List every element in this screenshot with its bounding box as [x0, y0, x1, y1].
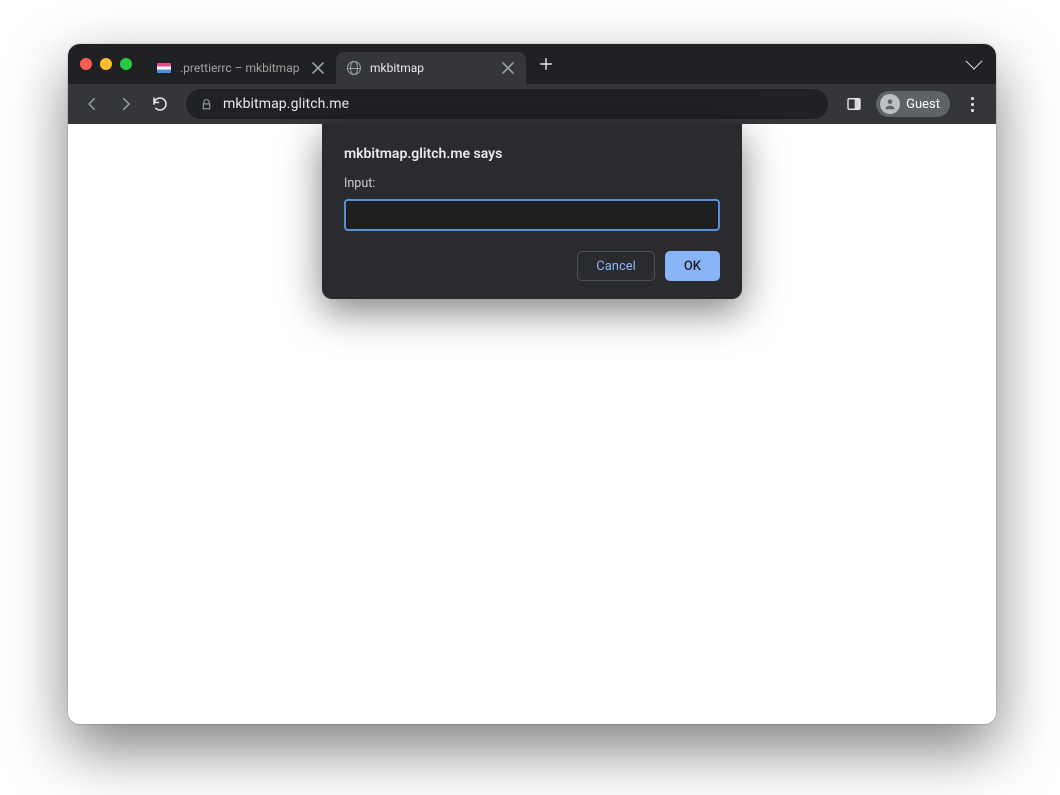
window-dropdown-button[interactable] [960, 50, 988, 78]
profile-label: Guest [906, 97, 940, 112]
lock-icon [200, 98, 213, 111]
browser-window: .prettierrc – mkbitmap mkbitmap [68, 44, 996, 724]
reload-button[interactable] [146, 90, 174, 118]
traffic-lights [80, 58, 132, 70]
window-close-button[interactable] [80, 58, 92, 70]
back-button[interactable] [78, 90, 106, 118]
tab-prettierrc[interactable]: .prettierrc – mkbitmap [146, 52, 336, 84]
tab-title: .prettierrc – mkbitmap [180, 61, 302, 75]
dialog-title: mkbitmap.glitch.me says [344, 146, 720, 162]
tab-close-button[interactable] [500, 60, 516, 76]
dialog-buttons: Cancel OK [344, 251, 720, 281]
tab-title: mkbitmap [370, 61, 492, 75]
ok-button[interactable]: OK [665, 251, 720, 281]
window-minimize-button[interactable] [100, 58, 112, 70]
forward-button[interactable] [112, 90, 140, 118]
tab-close-button[interactable] [310, 60, 326, 76]
url-text: mkbitmap.glitch.me [223, 96, 349, 112]
cancel-button[interactable]: Cancel [577, 251, 655, 281]
avatar-icon [880, 94, 900, 114]
window-maximize-button[interactable] [120, 58, 132, 70]
side-panel-button[interactable] [840, 90, 868, 118]
page-content: mkbitmap.glitch.me says Input: Cancel OK [68, 124, 996, 724]
js-prompt-dialog: mkbitmap.glitch.me says Input: Cancel OK [322, 124, 742, 299]
address-bar[interactable]: mkbitmap.glitch.me [186, 89, 828, 119]
toolbar: mkbitmap.glitch.me Guest [68, 84, 996, 124]
dialog-input[interactable] [344, 199, 720, 231]
new-tab-button[interactable] [532, 50, 560, 78]
tab-mkbitmap[interactable]: mkbitmap [336, 52, 526, 84]
tab-strip: .prettierrc – mkbitmap mkbitmap [68, 44, 996, 84]
chevron-down-icon [966, 53, 983, 70]
globe-icon [346, 60, 362, 76]
menu-button[interactable] [958, 90, 986, 118]
glitch-favicon-icon [156, 60, 172, 76]
profile-button[interactable]: Guest [876, 91, 950, 117]
kebab-icon [962, 97, 982, 112]
toolbar-right: Guest [840, 90, 986, 118]
dialog-label: Input: [344, 176, 720, 191]
